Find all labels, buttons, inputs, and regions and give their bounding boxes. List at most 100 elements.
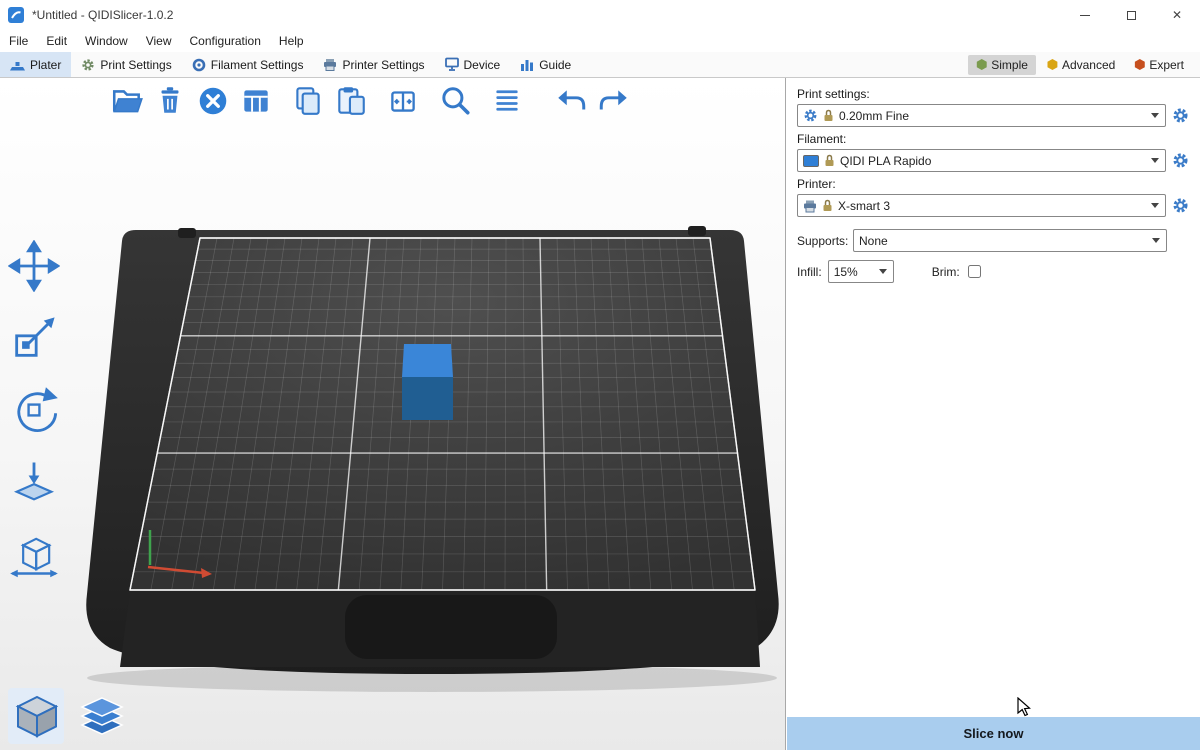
dropdown-arrow-icon	[1151, 113, 1159, 118]
supports-value: None	[859, 234, 1147, 248]
delete-button[interactable]	[153, 84, 187, 118]
advanced-mode-icon	[1047, 59, 1058, 70]
place-on-face-icon	[8, 456, 60, 508]
move-icon	[8, 240, 60, 292]
bed-handle-notch	[345, 595, 557, 659]
main-area: Print settings: 0.20mm Fine Filament: QI…	[0, 78, 1200, 750]
titlebar: *Untitled - QIDISlicer-1.0.2 ✕	[0, 0, 1200, 30]
supports-label: Supports:	[797, 234, 853, 248]
brim-checkbox[interactable]	[968, 265, 981, 278]
scale-icon	[8, 312, 60, 364]
window-title: *Untitled - QIDISlicer-1.0.2	[32, 8, 173, 22]
tab-plater[interactable]: Plater	[0, 52, 71, 77]
cube-3d-view-icon	[10, 690, 62, 742]
delete-all-button[interactable]	[196, 84, 230, 118]
view-3d-button[interactable]	[8, 688, 64, 744]
printer-icon	[323, 57, 337, 72]
print-settings-combo[interactable]: 0.20mm Fine	[797, 104, 1166, 127]
filament-combo[interactable]: QIDI PLA Rapido	[797, 149, 1166, 172]
menubar: File Edit Window View Configuration Help	[0, 30, 1200, 52]
tab-print-settings[interactable]: Print Settings	[71, 52, 181, 77]
rotate-button[interactable]	[8, 384, 60, 436]
delete-all-icon	[196, 84, 230, 118]
edit-printer-button[interactable]	[1172, 197, 1190, 215]
print-settings-value: 0.20mm Fine	[839, 109, 1146, 123]
paste-button[interactable]	[334, 84, 368, 118]
device-monitor-icon	[445, 57, 459, 72]
open-button[interactable]	[110, 84, 144, 118]
place-on-face-button[interactable]	[8, 456, 60, 508]
arrange-button[interactable]	[239, 84, 273, 118]
filament-label: Filament:	[797, 132, 1190, 146]
move-button[interactable]	[8, 240, 60, 292]
scale-button[interactable]	[8, 312, 60, 364]
menu-window[interactable]: Window	[76, 30, 137, 52]
undo-button[interactable]	[554, 84, 588, 118]
simple-mode-icon	[976, 59, 987, 70]
tabbar: Plater Print Settings Filament Settings …	[0, 52, 1200, 78]
tab-filament-settings[interactable]: Filament Settings	[182, 52, 314, 77]
mode-expert[interactable]: Expert	[1126, 55, 1192, 75]
left-toolbar	[8, 240, 60, 580]
search-button[interactable]	[438, 84, 472, 118]
qidislicer-window: *Untitled - QIDISlicer-1.0.2 ✕ File Edit…	[0, 0, 1200, 750]
tab-printer-settings[interactable]: Printer Settings	[313, 52, 434, 77]
menu-edit[interactable]: Edit	[37, 30, 76, 52]
filament-value: QIDI PLA Rapido	[840, 154, 1146, 168]
close-icon: ✕	[1172, 8, 1182, 22]
maximize-icon	[1127, 11, 1136, 20]
measure-button[interactable]	[8, 528, 60, 580]
redo-icon	[597, 84, 631, 118]
mode-simple[interactable]: Simple	[968, 55, 1036, 75]
dropdown-arrow-icon	[1151, 203, 1159, 208]
bed-clip-right	[688, 226, 706, 236]
dropdown-arrow-icon	[1151, 158, 1159, 163]
copy-icon	[291, 84, 325, 118]
infill-combo[interactable]: 15%	[828, 260, 894, 283]
app-icon	[8, 7, 24, 23]
preset-gear-icon	[803, 108, 818, 123]
redo-button[interactable]	[597, 84, 631, 118]
scene	[0, 78, 786, 750]
edit-print-settings-button[interactable]	[1172, 107, 1190, 125]
menu-configuration[interactable]: Configuration	[181, 30, 270, 52]
supports-combo[interactable]: None	[853, 229, 1167, 252]
menu-help[interactable]: Help	[270, 30, 313, 52]
tab-guide[interactable]: Guide	[510, 52, 581, 77]
variable-layer-height-button[interactable]	[490, 84, 524, 118]
copy-button[interactable]	[291, 84, 325, 118]
preview-layers-button[interactable]	[74, 688, 130, 744]
gear-icon	[1172, 107, 1189, 124]
mode-switcher: Simple Advanced Expert	[968, 52, 1200, 77]
printer-combo[interactable]: X-smart 3	[797, 194, 1166, 217]
slice-now-button[interactable]: Slice now	[787, 717, 1200, 750]
gear-icon	[1172, 152, 1189, 169]
viewport-3d[interactable]	[0, 78, 786, 750]
print-settings-label: Print settings:	[797, 87, 1190, 101]
maximize-button[interactable]	[1108, 0, 1154, 30]
top-toolbar	[110, 84, 631, 118]
view-mode-buttons	[8, 688, 130, 744]
plater-icon	[10, 58, 25, 72]
split-button[interactable]	[386, 84, 420, 118]
lock-icon	[822, 199, 833, 212]
tab-device[interactable]: Device	[435, 52, 511, 77]
minimize-button[interactable]	[1062, 0, 1108, 30]
lock-icon	[823, 109, 834, 122]
open-folder-icon	[110, 84, 144, 118]
close-button[interactable]: ✕	[1154, 0, 1200, 30]
edit-filament-button[interactable]	[1172, 152, 1190, 170]
menu-file[interactable]: File	[0, 30, 37, 52]
mode-advanced[interactable]: Advanced	[1039, 55, 1123, 75]
filament-color-swatch	[803, 155, 819, 167]
settings-sidebar: Print settings: 0.20mm Fine Filament: QI…	[787, 78, 1200, 750]
printer-value: X-smart 3	[838, 199, 1146, 213]
menu-view[interactable]: View	[137, 30, 181, 52]
print-settings-gear-icon	[81, 58, 95, 72]
measure-cube-icon	[8, 528, 60, 580]
model-cube[interactable]	[402, 344, 453, 420]
lock-icon	[824, 154, 835, 167]
minimize-icon	[1080, 15, 1090, 16]
filament-spool-icon	[192, 58, 206, 72]
rotate-icon	[8, 384, 60, 436]
